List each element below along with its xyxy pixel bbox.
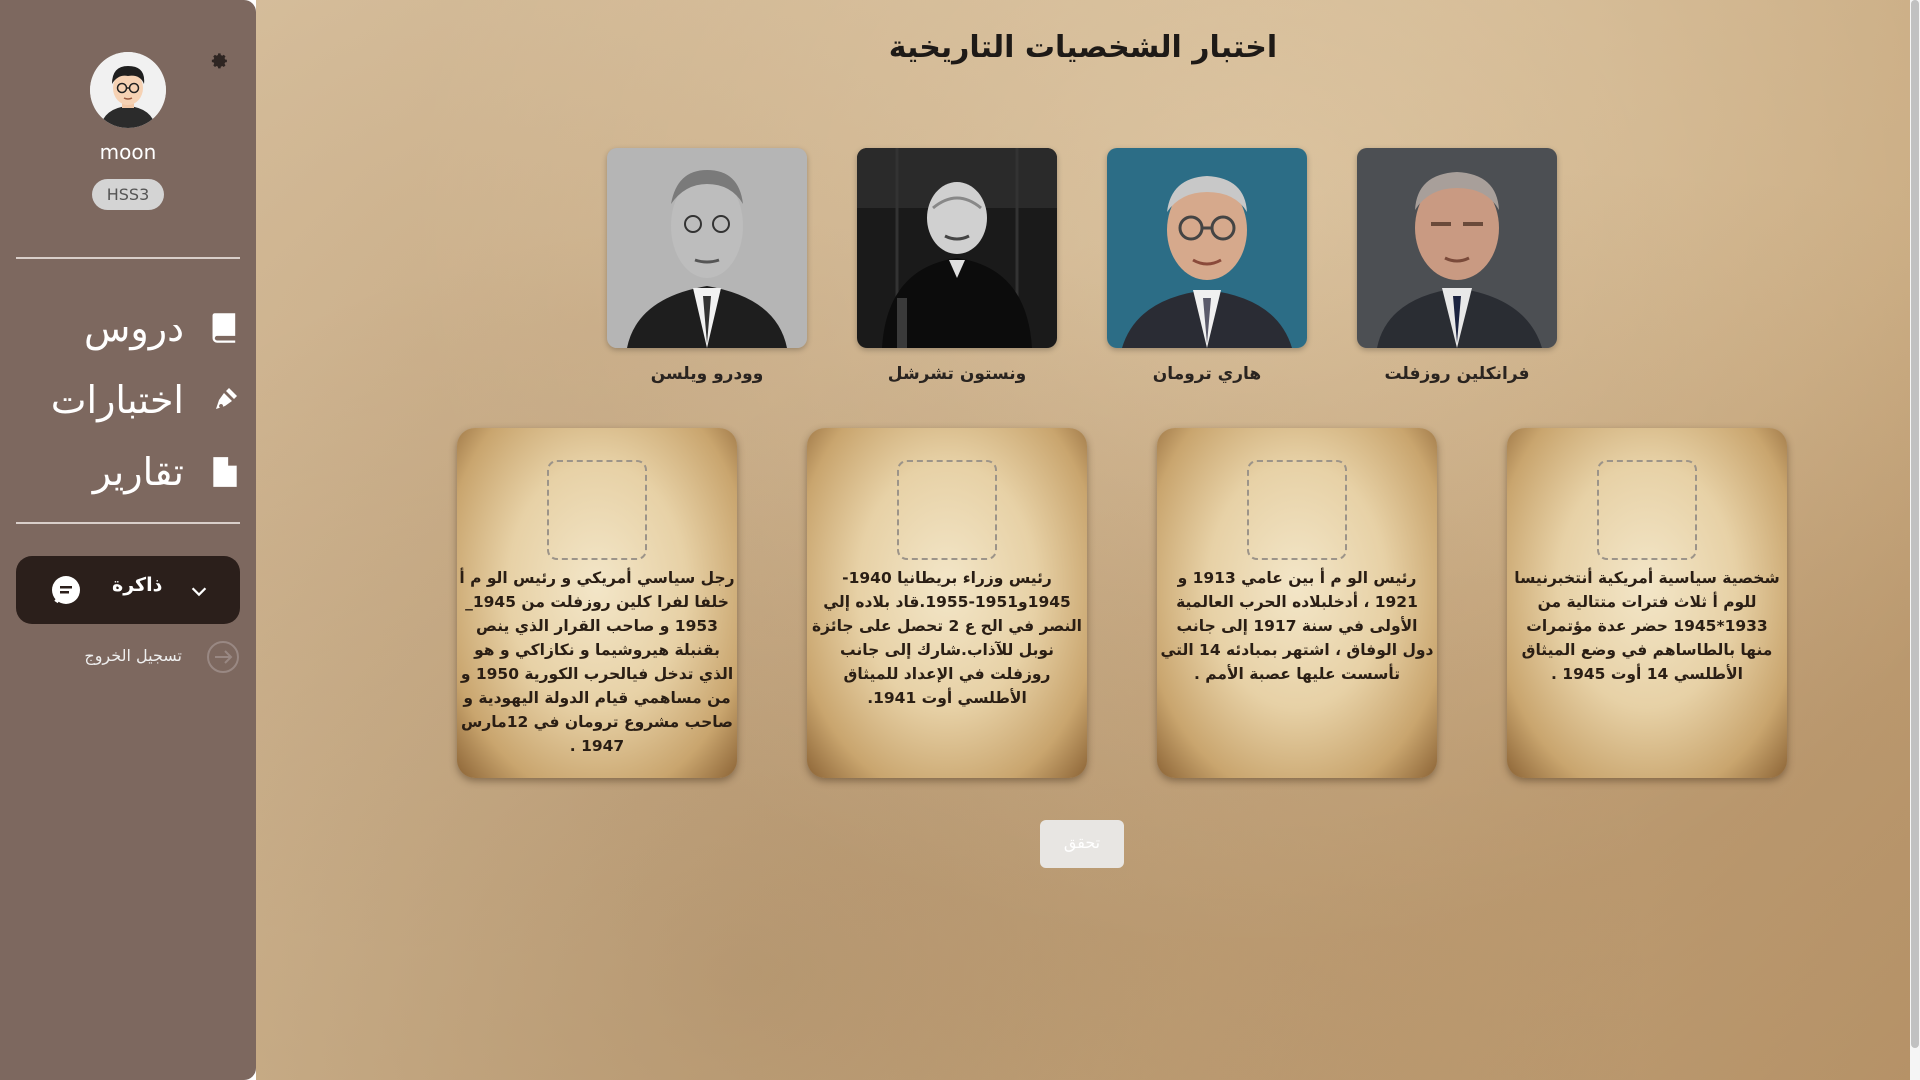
sidebar-item-tests[interactable]: اختبارات (16, 372, 240, 428)
username: moon (99, 140, 157, 164)
portrait-churchill[interactable] (857, 148, 1057, 348)
description-card: رجل سياسي أمريكي و رئيس الو م أ خلفا لفر… (457, 428, 737, 778)
portrait-roosevelt[interactable] (1357, 148, 1557, 348)
portrait-name: وودرو ويلسن (650, 364, 764, 384)
pen-icon (216, 388, 237, 409)
scrollbar-thumb[interactable] (1911, 0, 1919, 1048)
card-text: شخصية سياسية أمريكية أنتخبرنيسا للوم أ ث… (1514, 569, 1780, 683)
sidebar-item-label: تقارير (92, 450, 184, 494)
memory-dropdown-button[interactable]: ذاكرة (16, 556, 240, 624)
description-card: رئيس وزراء بريطانيا 1940-1945و1951-1955.… (807, 428, 1087, 778)
logout-icon (207, 641, 239, 673)
sidebar-divider (16, 257, 240, 259)
logout-label: تسجيل الخروج (84, 646, 182, 665)
card-text: رئيس وزراء بريطانيا 1940-1945و1951-1955.… (812, 569, 1082, 707)
scrollbar[interactable] (1910, 0, 1920, 1080)
card-text: رجل سياسي أمريكي و رئيس الو م أ خلفا لفر… (459, 569, 735, 755)
sidebar-divider (16, 522, 240, 524)
gear-icon[interactable] (208, 50, 230, 72)
drop-zone[interactable] (547, 460, 647, 560)
portrait-wilson[interactable] (607, 148, 807, 348)
drop-zone[interactable] (897, 460, 997, 560)
portrait-truman[interactable] (1107, 148, 1307, 348)
portrait-name: فرانكلين روزفلت (1384, 364, 1530, 384)
check-button[interactable]: تحقق (1040, 820, 1124, 868)
description-card: شخصية سياسية أمريكية أنتخبرنيسا للوم أ ث… (1507, 428, 1787, 778)
portrait-name: ونستون تشرشل (887, 364, 1027, 384)
main-content: اختبار الشخصيات التاريخية فرانكلين روزفل… (256, 0, 1910, 1080)
page-title: اختبار الشخصيات التاريخية (888, 30, 1278, 65)
card-text: رئيس الو م أ بين عامي 1913 و 1921 ، أدخل… (1160, 569, 1434, 683)
file-icon (213, 457, 237, 487)
sidebar-item-label: اختبارات (50, 378, 184, 422)
sidebar-item-lessons[interactable]: دروس (16, 300, 240, 356)
logout-button[interactable]: تسجيل الخروج (16, 638, 240, 674)
memory-label: ذاكرة (112, 574, 163, 596)
avatar (90, 52, 166, 128)
sidebar-item-label: دروس (83, 306, 184, 350)
portrait-name: هاري ترومان (1152, 364, 1262, 384)
sidebar-item-reports[interactable]: تقارير (16, 444, 240, 500)
chevron-down-icon (191, 587, 207, 597)
sidebar: moon HSS3 دروس اختبارات تقارير ذاكرة تسج… (0, 0, 256, 1080)
chat-icon (52, 576, 80, 604)
drop-zone[interactable] (1247, 460, 1347, 560)
class-badge: HSS3 (92, 179, 164, 210)
description-card: رئيس الو م أ بين عامي 1913 و 1921 ، أدخل… (1157, 428, 1437, 778)
drop-zone[interactable] (1597, 460, 1697, 560)
book-icon (212, 313, 236, 343)
